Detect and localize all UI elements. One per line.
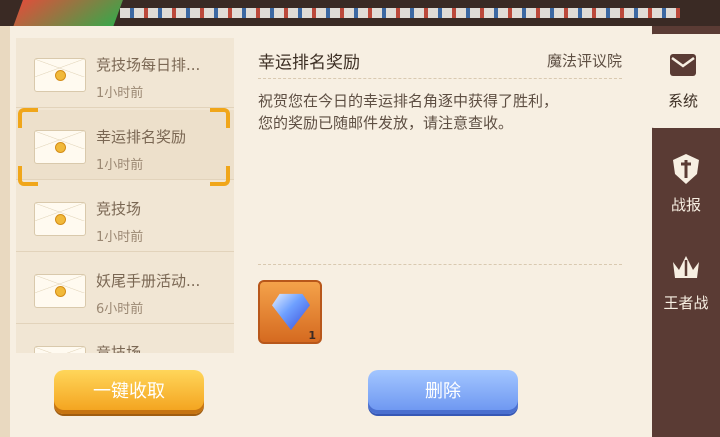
mail-time: 6小时前 (96, 302, 144, 317)
delete-button[interactable]: 删除 (368, 370, 518, 414)
list-item[interactable]: 竞技场 (16, 326, 234, 353)
envelope-icon (34, 58, 86, 92)
collect-all-button[interactable]: 一键收取 (54, 370, 204, 414)
mail-body-line: 祝贺您在今日的幸运排名角逐中获得了胜利， (258, 92, 559, 110)
divider (258, 78, 622, 79)
mail-time: 1小时前 (96, 86, 144, 101)
mail-icon (670, 54, 696, 76)
seal-icon (55, 286, 66, 297)
list-item[interactable]: 竞技场每日排... 1小时前 (16, 38, 234, 108)
tab-battle-report[interactable]: 战报 (652, 138, 720, 232)
attachment-count: 1 (308, 329, 316, 342)
bracket-corner (210, 108, 230, 128)
mail-body-line: 您的奖励已随邮件发放，请注意查收。 (258, 114, 514, 132)
mail-title: 竞技场 (96, 344, 142, 353)
top-decoration (0, 0, 720, 26)
list-item[interactable]: 竞技场 1小时前 (16, 182, 234, 252)
tab-system[interactable]: 系统 (646, 34, 720, 128)
mail-body: 祝贺您在今日的幸运排名角逐中获得了胜利， 您的奖励已随邮件发放，请注意查收。 (258, 90, 622, 134)
bracket-corner (210, 166, 230, 186)
seal-icon (55, 214, 66, 225)
banner-decoration (13, 0, 127, 26)
diamond-icon (272, 293, 310, 330)
crown-sword-icon (673, 256, 699, 278)
tab-label: 战报 (670, 196, 701, 214)
envelope-icon (34, 346, 86, 353)
mail-list[interactable]: 竞技场每日排... 1小时前 幸运排名奖励 1小时前 竞技场 1小时前 妖尾手册… (16, 38, 234, 353)
tab-king-battle[interactable]: 王者战 (652, 236, 720, 330)
category-sidebar: 系统 战报 王者战 (646, 26, 720, 437)
envelope-icon (34, 274, 86, 308)
mail-title: 竞技场每日排... (96, 56, 201, 74)
selection-frame (18, 108, 230, 186)
mail-detail-title: 幸运排名奖励 (258, 53, 360, 73)
mail-title: 竞技场 (96, 200, 142, 218)
mail-time: 1小时前 (96, 230, 144, 245)
tab-label: 王者战 (663, 294, 709, 312)
seal-icon (55, 70, 66, 81)
envelope-icon (34, 202, 86, 236)
tab-label: 系统 (667, 92, 698, 110)
attachment-item[interactable]: 1 (258, 280, 322, 344)
mail-title: 妖尾手册活动... (96, 272, 201, 290)
sword-shield-icon (673, 154, 699, 184)
bracket-corner (18, 108, 38, 128)
list-item[interactable]: 妖尾手册活动... 6小时前 (16, 254, 234, 324)
striped-border (120, 8, 680, 18)
divider (258, 264, 622, 265)
bracket-corner (18, 166, 38, 186)
mail-sender: 魔法评议院 (546, 52, 622, 70)
